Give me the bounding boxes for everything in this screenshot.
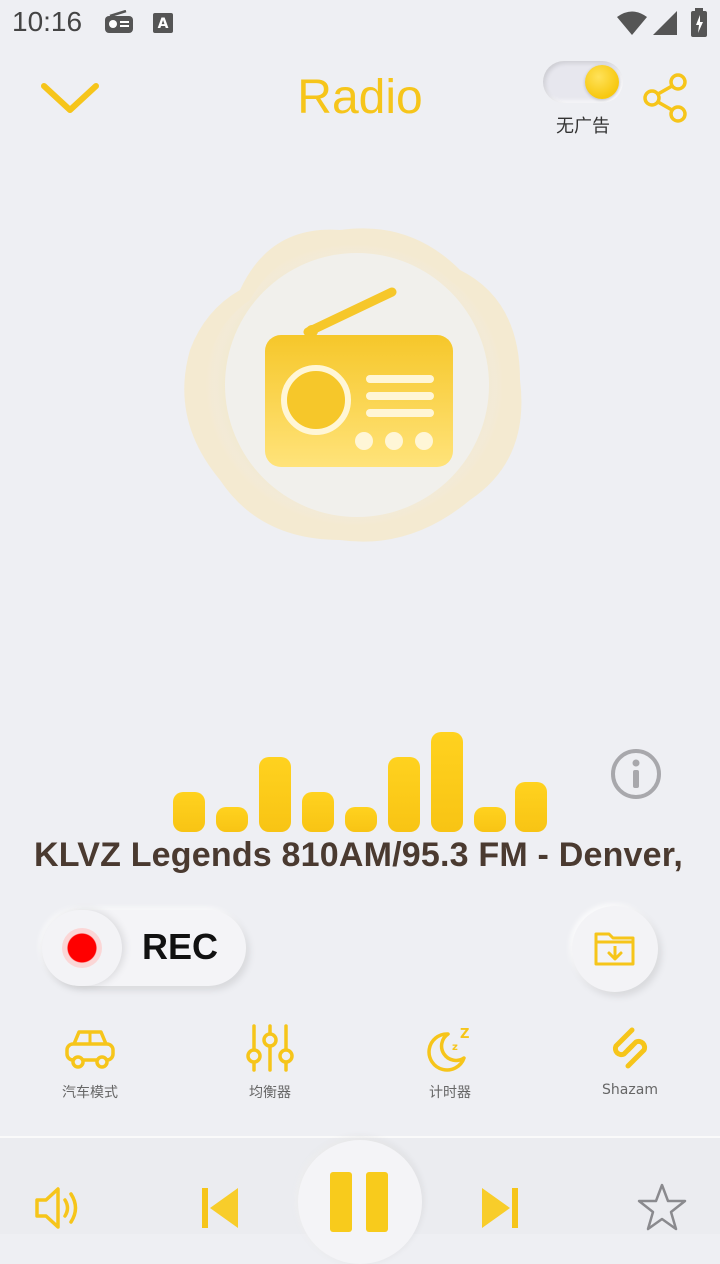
previous-icon [202,1188,238,1228]
recordings-folder-button[interactable] [572,906,658,992]
pause-icon [330,1172,388,1232]
favorite-button[interactable] [636,1182,688,1232]
next-button[interactable] [480,1186,520,1230]
sleep-timer-button[interactable]: Z z 计时器 [390,1024,510,1114]
previous-button[interactable] [200,1186,240,1230]
wifi-icon [617,11,647,35]
visualizer-bar [431,732,463,832]
record-label: REC [142,926,219,967]
next-icon [482,1188,518,1228]
station-artwork [184,228,522,542]
info-button[interactable] [609,747,663,801]
equalizer-label: 均衡器 [249,1085,291,1101]
volume-button[interactable] [34,1184,84,1232]
signal-icon [653,11,677,35]
a-notification-icon: A [153,13,173,33]
pause-button[interactable] [298,1140,422,1264]
visualizer-bar [259,757,291,832]
share-button[interactable] [640,72,692,124]
star-icon [637,1183,687,1231]
share-icon [643,73,687,123]
shazam-icon [612,1027,648,1069]
info-icon [611,749,661,799]
svg-text:Z: Z [460,1027,469,1042]
visualizer-bar [345,807,377,832]
battery-icon [691,8,707,37]
record-dot-icon [62,928,102,968]
car-mode-button[interactable]: 汽车模式 [30,1024,150,1114]
visualizer-bar [474,807,506,832]
visualizer-bar [216,807,248,832]
car-mode-label: 汽车模式 [62,1085,118,1101]
sleep-timer-label: 计时器 [429,1085,471,1101]
equalizer-button[interactable]: 均衡器 [210,1024,330,1114]
station-name: KLVZ Legends 810AM/95.3 FM - Denver, [34,836,683,874]
folder-download-icon [594,932,635,966]
radio-notification-icon [105,10,133,33]
toggle-knob [585,65,619,99]
shazam-button[interactable]: Shazam [570,1024,690,1114]
visualizer-bar [302,792,334,832]
svg-text:z: z [452,1042,458,1053]
adfree-label: 无广告 [556,116,610,137]
shazam-label: Shazam [602,1082,658,1098]
record-button[interactable]: REC [42,910,246,986]
status-time: 10:16 [12,6,83,37]
sleep-timer-icon: Z z [427,1027,469,1072]
svg-text:A: A [158,16,169,32]
visualizer-bar [515,782,547,832]
equalizer-icon [246,1024,294,1072]
record-indicator [42,910,122,986]
adfree-toggle[interactable] [543,61,623,103]
car-icon [65,1030,115,1069]
visualizer-bar [173,792,205,832]
visualizer-bar [388,757,420,832]
volume-icon [35,1187,78,1229]
